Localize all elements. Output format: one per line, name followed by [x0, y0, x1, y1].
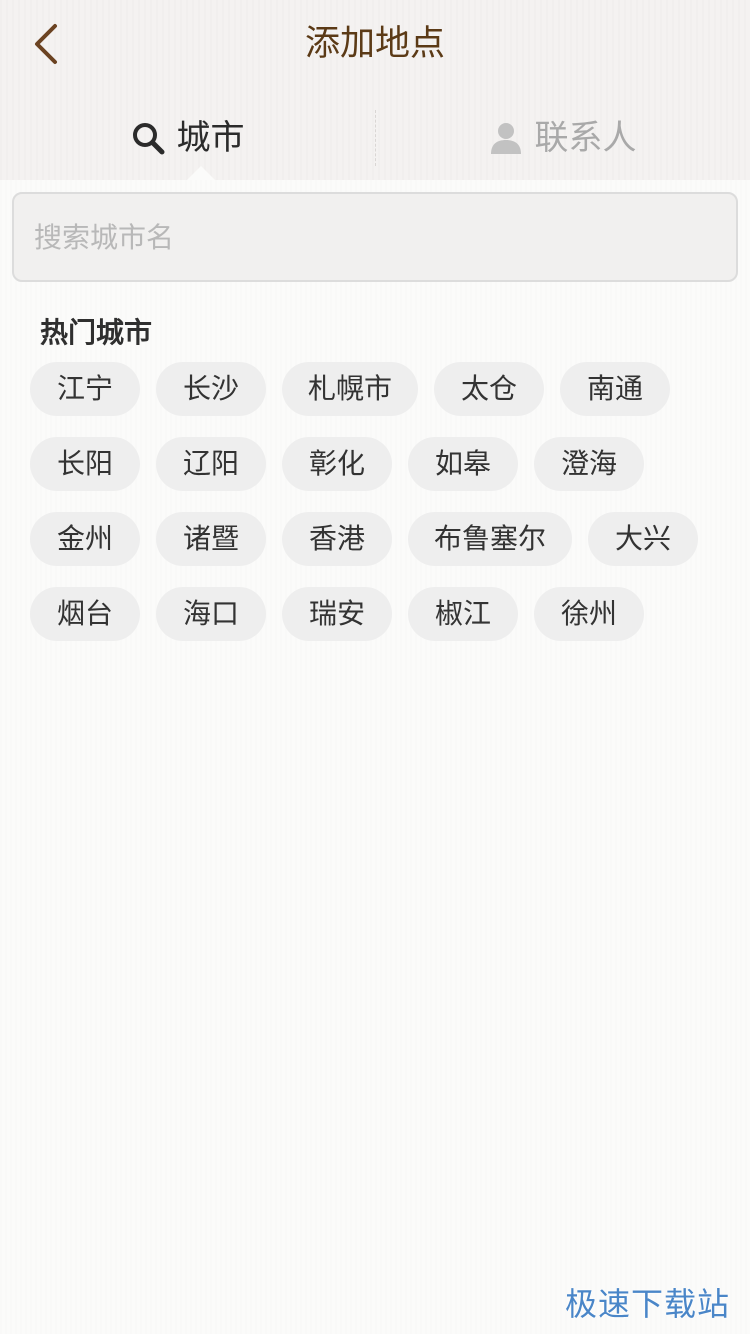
- person-icon: [490, 123, 521, 154]
- city-chip[interactable]: 布鲁塞尔: [408, 512, 573, 566]
- tab-divider: [375, 110, 376, 166]
- city-chip[interactable]: 椒江: [408, 587, 518, 641]
- active-tab-indicator: [187, 166, 215, 180]
- city-chip[interactable]: 长阳: [30, 437, 140, 491]
- city-chip[interactable]: 徐州: [534, 587, 644, 641]
- page-title: 添加地点: [304, 24, 445, 64]
- city-chip[interactable]: 澄海: [534, 437, 644, 491]
- city-chip[interactable]: 大兴: [588, 512, 699, 566]
- city-chip[interactable]: 烟台: [30, 587, 140, 641]
- city-chip[interactable]: 江宁: [30, 362, 140, 416]
- city-chip[interactable]: 辽阳: [156, 437, 266, 491]
- city-chip[interactable]: 长沙: [156, 362, 266, 416]
- city-chip[interactable]: 诸暨: [156, 512, 266, 566]
- screen: 添加地点 城市 联系人 热门城市 江宁 长沙 札幌市 太: [0, 0, 750, 1334]
- city-chip[interactable]: 瑞安: [282, 587, 392, 641]
- city-chip[interactable]: 金州: [30, 512, 140, 566]
- watermark: 极速下载站: [564, 1285, 730, 1323]
- city-chip[interactable]: 彰化: [282, 437, 392, 491]
- hot-cities-title: 热门城市: [40, 316, 153, 349]
- search-icon: [132, 123, 164, 155]
- search-input[interactable]: [12, 192, 738, 282]
- city-chip[interactable]: 如皋: [408, 437, 518, 491]
- city-chip[interactable]: 太仓: [434, 362, 545, 416]
- city-chip[interactable]: 南通: [560, 362, 671, 416]
- tab-contacts[interactable]: 联系人: [375, 96, 750, 180]
- tab-contacts-label: 联系人: [534, 118, 637, 158]
- city-chip[interactable]: 香港: [282, 512, 392, 566]
- city-chip[interactable]: 札幌市: [282, 362, 419, 416]
- hot-cities-list: 江宁 长沙 札幌市 太仓 南通 长阳 辽阳 彰化 如皋 澄海 金州 诸暨 香港 …: [30, 362, 730, 641]
- tab-city-label: 城市: [176, 118, 245, 158]
- city-chip[interactable]: 海口: [156, 587, 266, 641]
